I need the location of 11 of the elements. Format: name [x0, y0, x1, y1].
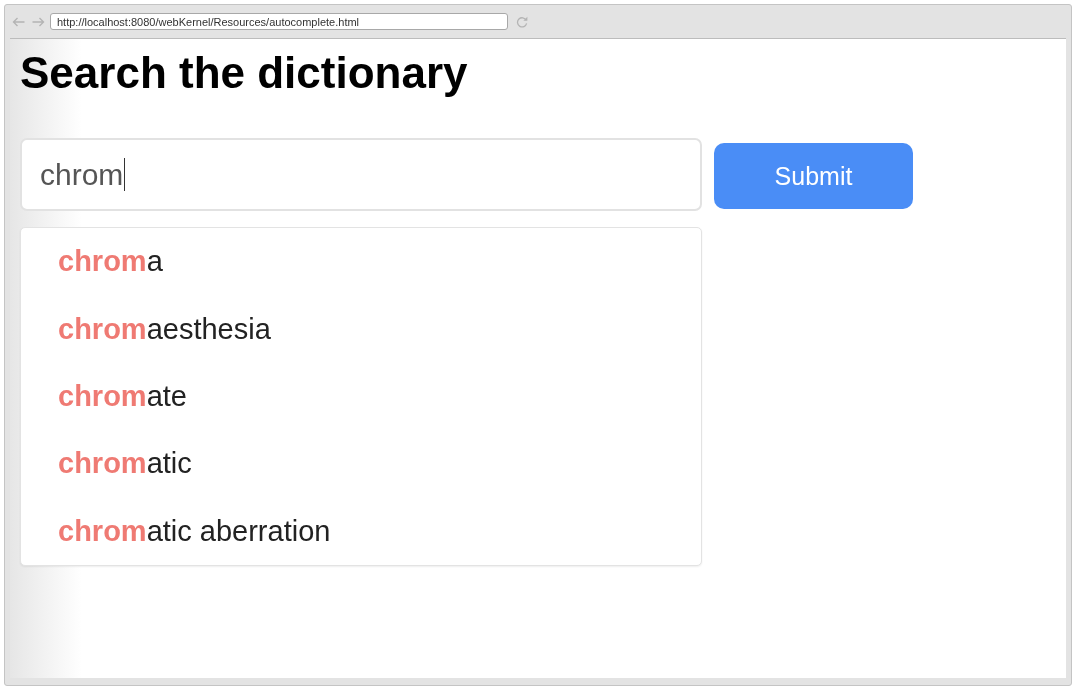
suggestion-item[interactable]: chromatic: [21, 430, 701, 498]
address-bar[interactable]: http://localhost:8080/webKernel/Resources/autocomplete.html: [50, 13, 508, 30]
page-heading: Search the dictionary: [20, 47, 469, 98]
suggestion-item[interactable]: chromaesthesia: [21, 295, 701, 363]
right-arrow-icon[interactable]: [32, 16, 45, 27]
search-field[interactable]: chrom: [20, 138, 702, 211]
reload-icon[interactable]: [516, 15, 528, 28]
suggestion-item[interactable]: chromate: [21, 362, 701, 431]
suggestion-item[interactable]: chromatic aberration: [21, 497, 701, 565]
left-arrow-icon[interactable]: [12, 16, 25, 27]
suggestion-item[interactable]: chroma: [21, 228, 701, 296]
